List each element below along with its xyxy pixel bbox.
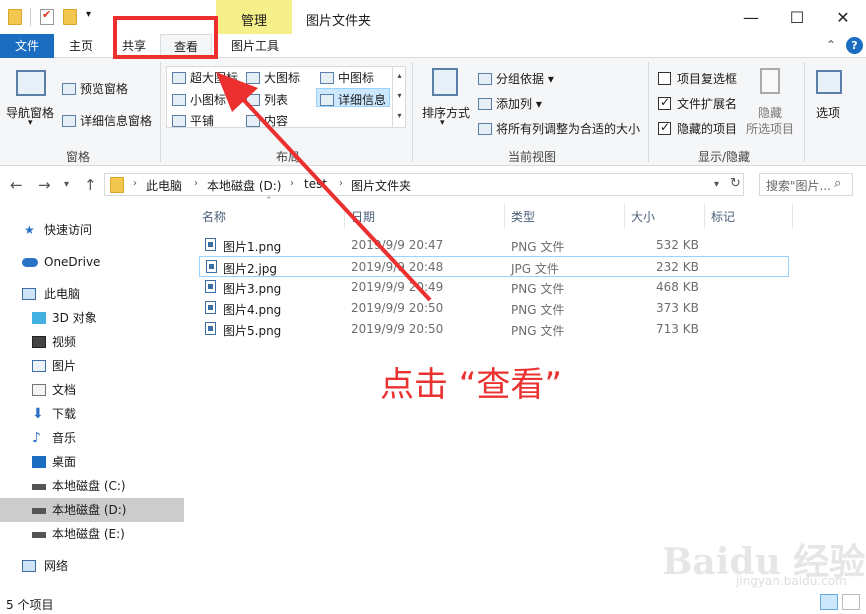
highlight-box	[113, 16, 218, 59]
annotation-text: 点击 “查看”	[380, 365, 563, 405]
arrow-shaft	[238, 94, 432, 302]
annotation-arrow	[216, 72, 432, 302]
